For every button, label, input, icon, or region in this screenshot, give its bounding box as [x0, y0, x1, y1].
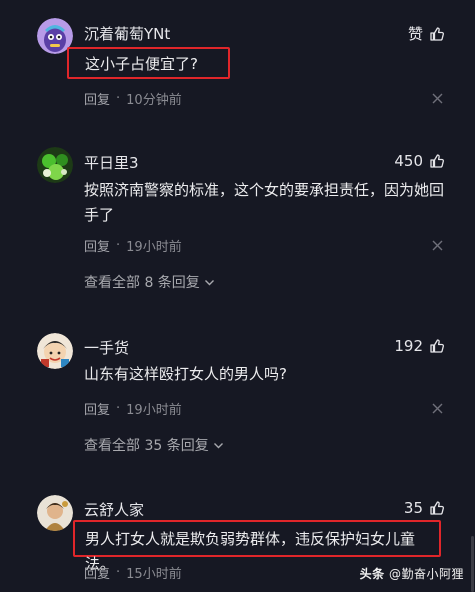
- close-icon[interactable]: [432, 93, 443, 104]
- view-all-replies[interactable]: 查看全部 35 条回复: [84, 435, 224, 455]
- watermark-author: @勤奋小阿狸: [388, 567, 464, 581]
- like-count: 192: [394, 337, 423, 355]
- timestamp: 10分钟前: [126, 93, 182, 108]
- meta-separator: ·: [116, 91, 121, 106]
- thumbs-up-icon: [429, 500, 445, 516]
- watermark: 头条 @勤奋小阿狸: [360, 565, 464, 582]
- like-button[interactable]: 450: [394, 152, 445, 170]
- timestamp: 15小时前: [126, 567, 182, 582]
- meta-separator: ·: [116, 238, 121, 253]
- username[interactable]: 平日里3: [84, 152, 139, 173]
- like-count: 赞: [407, 25, 423, 43]
- thumbs-up-icon: [429, 338, 445, 354]
- avatar[interactable]: [37, 147, 73, 183]
- timestamp: 19小时前: [126, 403, 182, 418]
- comment-meta: 回复 · 10分钟前: [84, 89, 182, 108]
- comment-meta: 回复 · 19小时前: [84, 236, 182, 255]
- close-icon[interactable]: [432, 240, 443, 251]
- view-all-replies-label: 查看全部 8 条回复: [84, 275, 200, 291]
- chevron-down-icon: [213, 440, 224, 451]
- username[interactable]: 云舒人家: [84, 499, 144, 520]
- like-count: 35: [403, 499, 423, 517]
- like-button[interactable]: 192: [394, 337, 445, 355]
- thumbs-up-icon: [429, 153, 445, 169]
- username[interactable]: 沉着葡萄YNt: [84, 23, 170, 44]
- view-all-replies-label: 查看全部 35 条回复: [84, 438, 209, 454]
- comment-text: 山东有这样殴打女人的男人吗?: [84, 365, 287, 383]
- like-button[interactable]: 赞: [408, 23, 445, 44]
- watermark-platform: 头条: [359, 567, 385, 581]
- like-count: 450: [394, 152, 423, 170]
- avatar[interactable]: [37, 495, 73, 531]
- meta-separator: ·: [116, 401, 121, 416]
- reply-button[interactable]: 回复: [84, 89, 110, 108]
- thumbs-up-icon: [429, 26, 445, 42]
- close-icon[interactable]: [432, 403, 443, 414]
- reply-button[interactable]: 回复: [84, 399, 110, 418]
- scrollbar[interactable]: [471, 536, 474, 592]
- avatar[interactable]: [37, 333, 73, 369]
- like-button[interactable]: 35: [404, 499, 445, 517]
- view-all-replies[interactable]: 查看全部 8 条回复: [84, 272, 215, 292]
- reply-button[interactable]: 回复: [84, 236, 110, 255]
- chevron-down-icon: [204, 277, 215, 288]
- meta-separator: ·: [116, 565, 121, 580]
- comment-meta: 回复 · 15小时前: [84, 563, 182, 582]
- comment-text: 男人打女人就是欺负弱势群体，违反保护妇女儿童法。: [73, 520, 441, 573]
- username[interactable]: 一手货: [84, 337, 129, 358]
- comment-meta: 回复 · 19小时前: [84, 399, 182, 418]
- comment-text: 这小子占便宜了?: [67, 47, 230, 79]
- reply-button[interactable]: 回复: [84, 563, 110, 582]
- comment-text: 按照济南警察的标准，这个女的要承担责任，因为她回手了: [84, 181, 445, 224]
- timestamp: 19小时前: [126, 240, 182, 255]
